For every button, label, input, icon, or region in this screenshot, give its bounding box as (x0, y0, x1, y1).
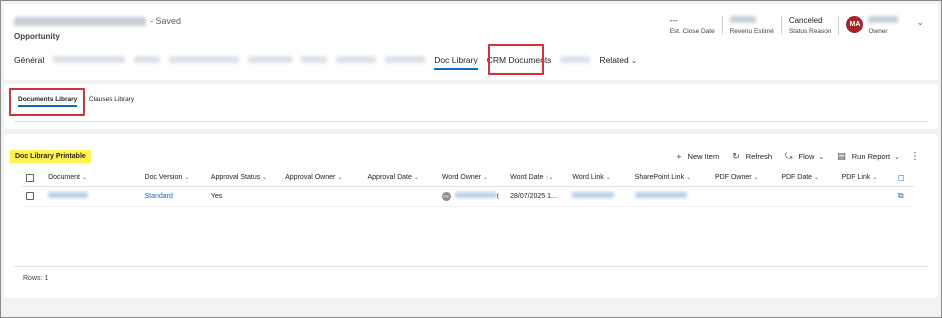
grid-footer-divider (14, 266, 928, 267)
column-chevron-icon: ⌄ (605, 175, 611, 182)
column-chevron-icon: ⌄ (337, 175, 343, 182)
new-item-button[interactable]: + New Item (676, 152, 719, 162)
run-report-button[interactable]: ▤ Run Report ⌄ (837, 151, 900, 162)
column-chevron-icon: ⌄ (686, 175, 692, 182)
revenue-label: Revenu Estimé (729, 28, 774, 35)
column-chevron-icon: ⌄ (184, 175, 190, 182)
close-date-value: --- (669, 16, 678, 25)
header-field-close-date[interactable]: --- Est. Close Date (663, 16, 722, 35)
header-field-owner[interactable]: MA Owner (838, 16, 899, 35)
run-report-chevron-icon: ⌄ (894, 153, 900, 161)
doc-version-link[interactable]: Standard (140, 186, 207, 207)
record-title-redacted (14, 16, 146, 26)
col-approval-date[interactable]: Approval Date ⌄ (363, 170, 438, 187)
more-commands-icon[interactable]: ⋮ (910, 151, 920, 162)
document-name-redacted[interactable] (48, 192, 89, 198)
saved-status: - Saved (150, 16, 182, 26)
record-header: - Saved Opportunity --- Est. Close Date … (4, 4, 938, 80)
owner-label: Owner (868, 28, 888, 35)
word-owner-avatar: OC (441, 191, 451, 201)
grid-toolbar: + New Item ↻ Refresh ⤿ Flow ⌄ ▤ Run Report ⌄ ⋮ (663, 151, 920, 162)
column-chevron-icon: ⌄ (483, 175, 489, 182)
word-date-value: 28/07/2025 1... (506, 186, 569, 207)
tab-related-label: Related (599, 55, 629, 65)
column-chevron-icon: ⌄ (413, 175, 419, 182)
sharepoint-link-redacted[interactable] (634, 192, 687, 198)
tab-redacted-3[interactable] (169, 55, 240, 65)
documents-grid: Document ⌄ Doc Version ⌄ Approval Status ⌄ … (22, 170, 914, 207)
tab-crm-documents[interactable]: CRM Documents (487, 55, 552, 65)
select-all-checkbox[interactable] (26, 173, 34, 182)
record-title-row: - Saved (14, 16, 181, 26)
column-chevron-icon: ⌄ (814, 175, 820, 182)
refresh-icon: ↻ (732, 151, 740, 161)
flow-chevron-icon: ⌄ (818, 153, 825, 161)
sort-ascending-icon: ↑⌄ (545, 175, 554, 182)
rows-count: Rows: 1 (23, 275, 49, 282)
tab-redacted-2[interactable] (134, 55, 161, 65)
word-owner-name-redacted (454, 191, 497, 198)
entity-type-label: Opportunity (14, 32, 60, 41)
owner-avatar[interactable]: MA (846, 16, 864, 33)
open-record-icon[interactable]: ⧉ (898, 191, 904, 200)
doc-library-grid-panel: Doc Library Printable + New Item ↻ Refresh… (4, 134, 938, 298)
expand-header-chevron-icon[interactable]: ⌄ (916, 16, 924, 28)
col-sharepoint-link[interactable]: SharePoint Link ⌄ (630, 170, 712, 187)
col-pdf-owner[interactable]: PDF Owner ⌄ (711, 170, 778, 187)
tab-redacted-6[interactable] (336, 55, 377, 65)
tab-doc-library[interactable]: Doc Library (434, 55, 479, 70)
subtab-clauses-library[interactable]: Clauses Library (89, 96, 134, 103)
close-date-label: Est. Close Date (669, 28, 715, 35)
word-link-redacted[interactable] (572, 192, 615, 198)
col-word-link[interactable]: Word Link ⌄ (568, 170, 631, 187)
section-title: Doc Library Printable (10, 150, 91, 163)
flow-button[interactable]: ⤿ Flow ⌄ (785, 151, 824, 162)
column-chevron-icon: ⌄ (872, 175, 878, 182)
table-row[interactable]: Standard Yes OC t 28/07/2025 1... ⧉ (22, 186, 914, 207)
row-select-checkbox[interactable] (26, 192, 34, 200)
col-approval-owner[interactable]: Approval Owner ⌄ (281, 170, 364, 187)
app-frame: - Saved Opportunity --- Est. Close Date … (0, 0, 942, 318)
col-pdf-link[interactable]: PDF Link ⌄ (837, 170, 894, 187)
approval-status-value: Yes (206, 186, 282, 207)
word-owner-cell[interactable]: OC t (437, 186, 507, 207)
subtab-documents-library[interactable]: Documents Library (18, 96, 78, 107)
column-chevron-icon: ⌄ (753, 175, 759, 182)
column-chevron-icon: ⌄ (82, 175, 88, 182)
header-field-revenue[interactable]: Revenu Estimé (721, 16, 781, 35)
tab-redacted-4[interactable] (248, 55, 293, 65)
col-approval-status[interactable]: Approval Status ⌄ (206, 170, 282, 187)
plus-icon: + (676, 151, 682, 162)
owner-name-redacted (868, 16, 899, 23)
tab-redacted-5[interactable] (301, 55, 328, 65)
record-tabs: Général Doc Library CRM Documents Relate… (14, 49, 646, 71)
column-chevron-icon: ⌄ (262, 175, 268, 182)
grid-header-row: Document ⌄ Doc Version ⌄ Approval Status ⌄ … (22, 170, 914, 187)
col-pdf-date[interactable]: PDF Date ⌄ (777, 170, 838, 187)
header-field-status-reason[interactable]: Canceled Status Reason (780, 16, 839, 35)
sub-tabs-divider (14, 121, 928, 122)
tab-redacted-1[interactable] (53, 55, 126, 65)
report-icon: ▤ (837, 151, 846, 161)
refresh-button[interactable]: ↻ Refresh (732, 151, 772, 162)
col-word-owner[interactable]: Word Owner ⌄ (437, 170, 507, 187)
status-reason-label: Status Reason (788, 28, 832, 35)
col-word-date[interactable]: Word Date ↑⌄ (506, 170, 569, 187)
revenue-value-redacted (729, 16, 756, 23)
col-doc-version[interactable]: Doc Version ⌄ (140, 170, 207, 187)
tab-general[interactable]: Général (14, 55, 44, 65)
tab-related[interactable]: Related ⌄ (599, 55, 637, 65)
status-reason-value: Canceled (788, 16, 823, 25)
related-chevron-icon: ⌄ (631, 58, 637, 65)
flow-icon: ⤿ (785, 151, 793, 161)
header-fields: --- Est. Close Date Revenu Estimé Cancel… (663, 16, 924, 35)
tab-redacted-7[interactable] (385, 55, 426, 65)
col-document[interactable]: Document ⌄ (44, 170, 141, 187)
column-options-icon[interactable]: ◻ (898, 173, 905, 182)
tab-redacted-8[interactable] (560, 55, 591, 65)
library-sub-tabs-panel: Documents Library Clauses Library (4, 84, 938, 129)
